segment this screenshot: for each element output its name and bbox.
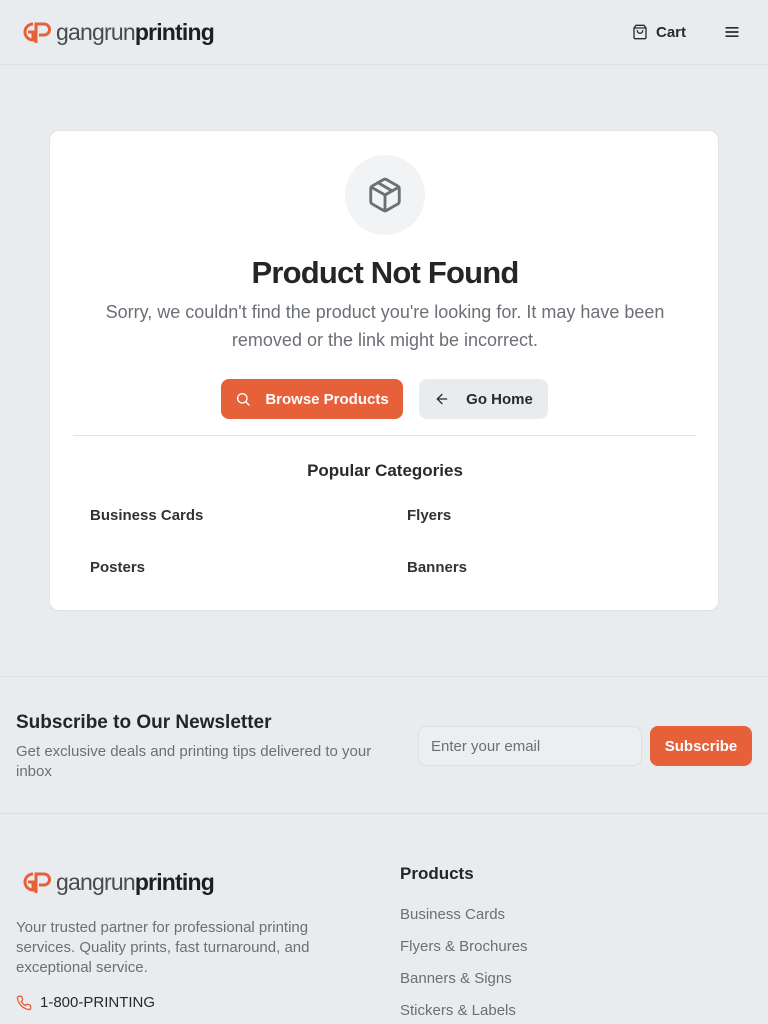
category-link-flyers[interactable]: Flyers	[407, 507, 451, 524]
error-description: Sorry, we couldn't find the product you'…	[105, 302, 665, 350]
browse-products-label: Browse Products	[265, 390, 389, 408]
phone-number: 1-800-PRINTING	[40, 994, 156, 1011]
products-column-title: Products	[400, 864, 474, 883]
gp-logo-icon	[23, 22, 51, 43]
footer-link-banners-signs[interactable]: Banners & Signs	[400, 970, 512, 987]
site-logo[interactable]: gangrun printing	[18, 18, 215, 46]
package-box-icon	[369, 177, 401, 213]
search-icon	[237, 393, 250, 406]
footer-description: Your trusted partner for professional pr…	[16, 919, 310, 976]
site-header: gangrun printing Cart	[0, 0, 768, 65]
gp-logo-icon	[23, 872, 51, 893]
icon-circle	[345, 155, 425, 235]
newsletter-subtitle: Get exclusive deals and printing tips de…	[16, 743, 372, 780]
category-link-business-cards[interactable]: Business Cards	[90, 507, 203, 524]
cart-button[interactable]: Cart	[632, 20, 686, 44]
not-found-card: Product Not Found Sorry, we couldn't fin…	[49, 130, 719, 611]
phone-icon	[16, 995, 32, 1010]
category-link-banners[interactable]: Banners	[407, 559, 467, 576]
logo-text-light: gangrun	[56, 19, 136, 45]
go-home-button[interactable]: Go Home	[419, 379, 548, 419]
email-input[interactable]	[418, 726, 642, 766]
footer-link-stickers-labels[interactable]: Stickers & Labels	[400, 1002, 516, 1019]
shopping-bag-icon	[633, 24, 647, 40]
logo-text-bold: printing	[134, 19, 215, 45]
menu-button[interactable]	[722, 22, 742, 42]
footer-link-business-cards[interactable]: Business Cards	[400, 906, 505, 923]
divider	[73, 435, 696, 436]
page-title: Product Not Found	[251, 255, 519, 290]
logo-text-bold: printing	[134, 869, 215, 895]
category-link-posters[interactable]: Posters	[90, 559, 145, 576]
newsletter-section: Subscribe to Our Newsletter Get exclusiv…	[0, 676, 768, 814]
cart-label: Cart	[656, 23, 687, 41]
go-home-label: Go Home	[466, 390, 533, 408]
footer-logo[interactable]: gangrun printing	[18, 868, 215, 896]
hamburger-menu-icon	[725, 27, 739, 38]
phone-link[interactable]: 1-800-PRINTING	[16, 994, 155, 1011]
subscribe-button[interactable]: Subscribe	[650, 726, 752, 766]
popular-categories-title: Popular Categories	[307, 461, 463, 480]
browse-products-button[interactable]: Browse Products	[221, 379, 403, 419]
footer-link-flyers-brochures[interactable]: Flyers & Brochures	[400, 938, 528, 955]
arrow-left-icon	[436, 393, 448, 405]
logo-text-light: gangrun	[56, 869, 136, 895]
newsletter-title: Subscribe to Our Newsletter	[16, 712, 272, 733]
